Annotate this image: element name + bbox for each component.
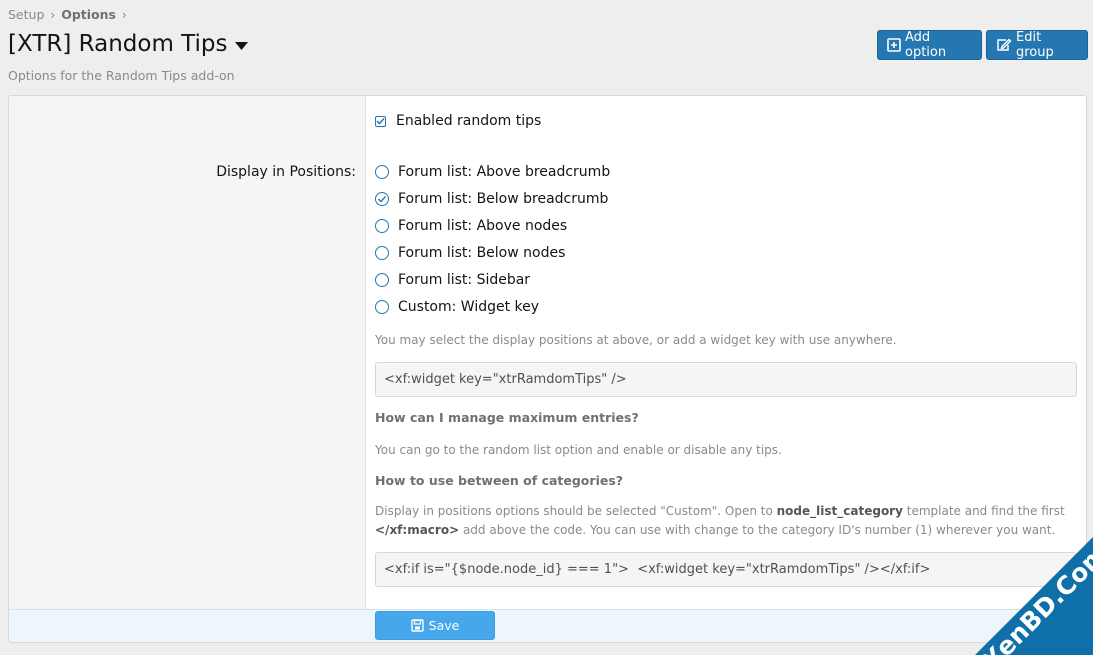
widget-code-box[interactable]: <xf:widget key="xtrRamdomTips" /> <box>375 362 1077 397</box>
position-label: Forum list: Sidebar <box>398 272 531 288</box>
edit-icon <box>996 38 1012 52</box>
radio-button-selected[interactable] <box>375 192 389 206</box>
form-label-column: Display in Positions: <box>9 96 366 609</box>
radio-button[interactable] <box>375 219 389 233</box>
enabled-random-tips-option[interactable]: Enabled random tips <box>375 113 541 129</box>
faq-text-categories: Display in positions options should be s… <box>375 502 1075 540</box>
position-label: Forum list: Below breadcrumb <box>398 191 609 207</box>
faq-text-part: template and find the first <box>902 504 1065 518</box>
page-title-text: [XTR] Random Tips <box>8 31 228 57</box>
position-radio-option[interactable]: Forum list: Below breadcrumb <box>375 191 608 207</box>
position-label: Forum list: Above breadcrumb <box>398 164 611 180</box>
faq-title-max-entries: How can I manage maximum entries? <box>375 410 639 425</box>
faq-text-max-entries: You can go to the random list option and… <box>375 443 782 457</box>
edit-group-label: Edit group <box>1016 30 1054 60</box>
options-form-panel: Display in Positions: Enabled random tip… <box>8 95 1087 643</box>
breadcrumb-options[interactable]: Options <box>61 7 116 22</box>
faq-text-part: Display in positions options should be s… <box>375 504 777 518</box>
enabled-checkbox[interactable] <box>375 115 386 127</box>
page-title[interactable]: [XTR] Random Tips <box>8 31 248 57</box>
positions-hint: You may select the display positions at … <box>375 333 897 347</box>
edit-group-button[interactable]: Edit group <box>986 30 1088 60</box>
position-label: Forum list: Below nodes <box>398 245 566 261</box>
page-description: Options for the Random Tips add-on <box>8 68 235 83</box>
breadcrumb-separator-icon: › <box>121 7 127 22</box>
caret-down-icon[interactable] <box>234 31 248 57</box>
add-option-button[interactable]: Add option <box>877 30 982 60</box>
position-radio-option[interactable]: Forum list: Sidebar <box>375 272 530 288</box>
form-submit-row: Save <box>9 609 1086 642</box>
radio-button[interactable] <box>375 273 389 287</box>
breadcrumb-separator-icon: › <box>50 7 56 22</box>
position-radio-option[interactable]: Custom: Widget key <box>375 299 539 315</box>
radio-button[interactable] <box>375 300 389 314</box>
template-name: node_list_category <box>776 504 903 518</box>
position-radio-option[interactable]: Forum list: Below nodes <box>375 245 565 261</box>
radio-button[interactable] <box>375 246 389 260</box>
save-label: Save <box>428 618 460 633</box>
position-radio-option[interactable]: Forum list: Above nodes <box>375 218 567 234</box>
position-label: Custom: Widget key <box>398 299 540 315</box>
breadcrumb-setup[interactable]: Setup <box>8 7 44 22</box>
faq-title-categories: How to use between of categories? <box>375 473 624 488</box>
floppy-disk-icon <box>410 619 424 632</box>
macro-tag: </xf:macro> <box>375 523 460 537</box>
conditional-code-box[interactable]: <xf:if is="{$node.node_id} === 1"> <xf:w… <box>375 552 1077 587</box>
breadcrumb: Setup › Options › <box>8 7 133 22</box>
radio-button[interactable] <box>375 165 389 179</box>
add-option-label: Add option <box>905 30 947 60</box>
plus-square-icon <box>887 38 901 52</box>
save-button[interactable]: Save <box>375 611 495 640</box>
position-label: Forum list: Above nodes <box>398 218 568 234</box>
faq-text-part: add above the code. You can use with cha… <box>459 523 1056 537</box>
display-positions-label: Display in Positions: <box>216 164 356 180</box>
enabled-label: Enabled random tips <box>396 113 542 129</box>
position-radio-option[interactable]: Forum list: Above breadcrumb <box>375 164 610 180</box>
